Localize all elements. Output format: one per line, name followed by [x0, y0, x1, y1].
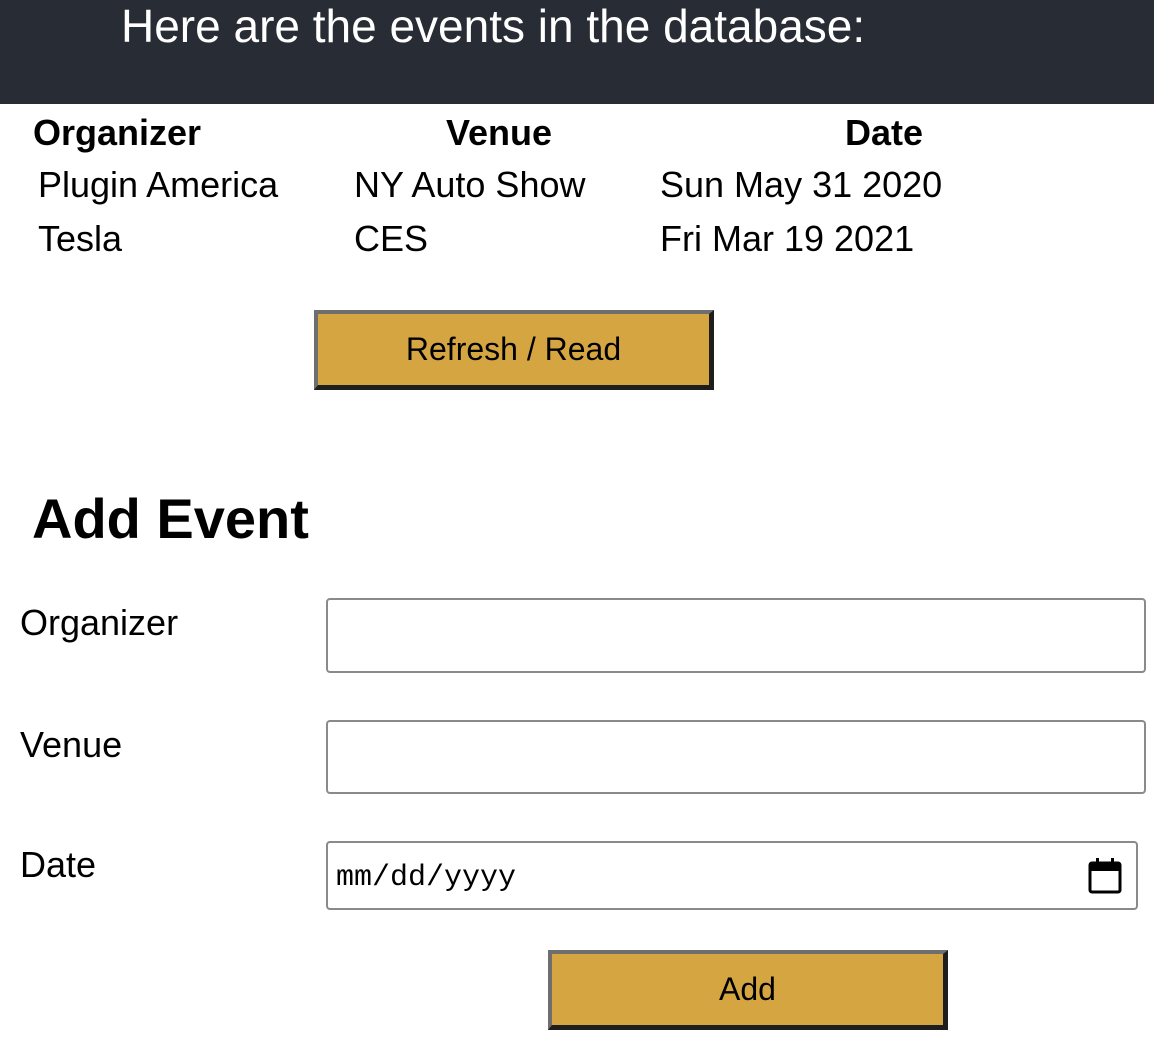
- table-cell-organizer: Plugin America: [38, 164, 279, 205]
- table-row: Plugin America NY Auto Show Sun May 31 2…: [30, 158, 1116, 212]
- table-cell-venue: NY Auto Show: [354, 164, 586, 205]
- date-label: Date: [20, 844, 97, 885]
- table-header-row: Organizer Venue Date: [30, 108, 1116, 158]
- page-header-title: Here are the events in the database:: [121, 0, 866, 52]
- table-cell-venue: CES: [354, 218, 429, 259]
- events-table: Organizer Venue Date Plugin America NY A…: [30, 108, 1116, 266]
- organizer-label: Organizer: [20, 602, 179, 643]
- column-header-organizer: Organizer: [33, 112, 202, 153]
- organizer-input[interactable]: [326, 598, 1146, 673]
- venue-label: Venue: [20, 724, 123, 765]
- add-button[interactable]: Add: [548, 950, 948, 1030]
- table-row: Tesla CES Fri Mar 19 2021: [30, 212, 1116, 266]
- add-event-heading: Add Event: [32, 487, 309, 550]
- column-header-venue: Venue: [445, 112, 553, 153]
- column-header-date: Date: [844, 112, 924, 153]
- refresh-read-button[interactable]: Refresh / Read: [314, 310, 714, 390]
- date-placeholder: mm/dd/yyyy: [336, 861, 517, 895]
- calendar-icon[interactable]: [1088, 858, 1122, 894]
- table-cell-date: Sun May 31 2020: [660, 164, 943, 205]
- table-cell-date: Fri Mar 19 2021: [660, 218, 915, 259]
- table-cell-organizer: Tesla: [38, 218, 123, 259]
- venue-input[interactable]: [326, 720, 1146, 794]
- page-header: Here are the events in the database:: [0, 0, 1154, 104]
- date-input[interactable]: mm/dd/yyyy: [326, 841, 1138, 910]
